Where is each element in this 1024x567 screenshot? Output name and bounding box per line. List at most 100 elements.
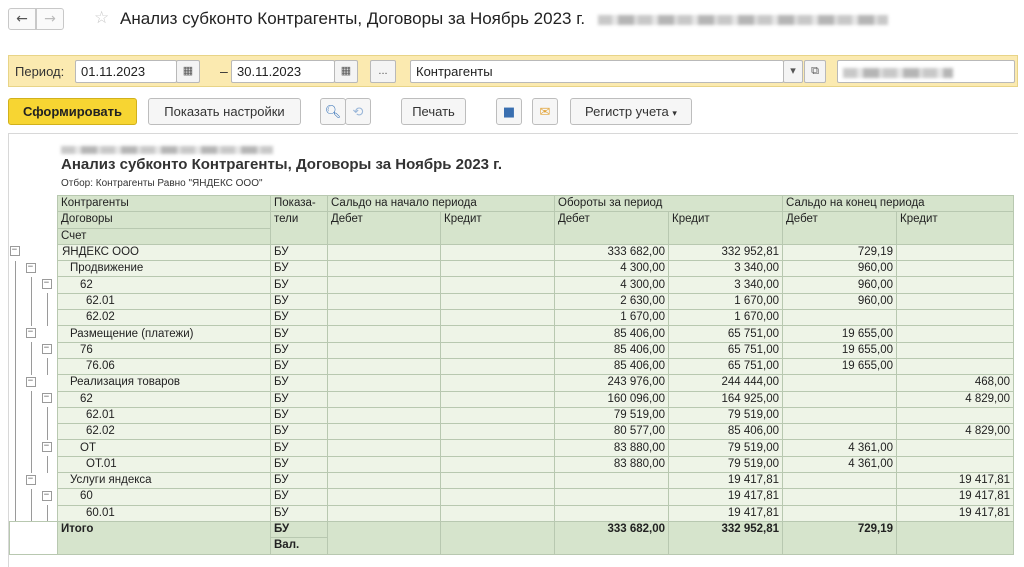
header-turnover-debit: Дебет	[554, 211, 669, 245]
header-indicators: Показа-	[270, 194, 328, 213]
table-row[interactable]: 62.02 БУ 80 577,00 85 406,00 4 829,00	[9, 423, 1015, 441]
cell-indicator: БУ	[270, 406, 328, 425]
total-opening-credit	[440, 520, 555, 555]
row-label: 76.06	[57, 357, 271, 376]
subconto-dropdown-button[interactable]: ▾	[783, 60, 803, 83]
table-row[interactable]: − ОТ БУ 83 880,00 79 519,00 4 361,00	[9, 439, 1015, 457]
table-row[interactable]: −76 БУ 85 406,00 65 751,00 19 655,00	[9, 341, 1015, 359]
save-button[interactable]: ■	[496, 98, 522, 125]
search-button[interactable]: 🔍︎	[320, 98, 346, 125]
cell-turnover-credit: 3 340,00	[667, 276, 784, 294]
table-row[interactable]: 76.06 БУ 85 406,00 65 751,00 19 655,00	[9, 357, 1015, 376]
table-row[interactable]: − ЯНДЕКС ООО БУ 333 682,00 332 952,81 729,19	[9, 243, 1015, 262]
table-row[interactable]: −62 БУ 160 096,00 164 925,00 4 829,00	[9, 390, 1015, 408]
tree-line	[14, 374, 16, 392]
tree-gutter: −	[9, 325, 58, 343]
tree-line	[46, 309, 48, 326]
cell-closing-debit	[782, 423, 898, 441]
cell-opening-debit	[327, 260, 441, 278]
print-button[interactable]: Печать	[401, 98, 466, 125]
cell-closing-debit	[782, 488, 898, 506]
calendar-to-button[interactable]: ▦	[334, 60, 358, 83]
table-row[interactable]: 60.01 БУ 19 417,81 19 417,81	[9, 504, 1015, 522]
cell-indicator: БУ	[270, 374, 328, 392]
redacted-organization	[597, 14, 888, 25]
total-closing-debit: 729,19	[782, 520, 898, 555]
header-closing-balance: Сальдо на конец периода	[782, 194, 1015, 213]
register-dropdown-button[interactable]: Регистр учета ▾	[570, 98, 692, 125]
cell-closing-credit	[896, 325, 1015, 343]
table-row[interactable]: 62.01 БУ 2 630,00 1 670,00 960,00	[9, 292, 1015, 311]
cell-opening-credit	[440, 374, 555, 392]
cell-closing-credit	[896, 341, 1015, 359]
subconto-open-button[interactable]: ⧉	[804, 60, 826, 83]
cell-opening-debit	[327, 406, 441, 425]
tree-line	[46, 293, 48, 310]
collapse-icon[interactable]: −	[41, 278, 52, 289]
subconto-select[interactable]: Контрагенты	[410, 60, 784, 83]
cell-turnover-debit: 80 577,00	[554, 423, 669, 441]
tree-line	[30, 505, 32, 521]
cell-opening-credit	[440, 243, 555, 262]
cell-closing-credit: 468,00	[896, 374, 1015, 392]
back-button[interactable]: ←	[8, 8, 36, 30]
cell-indicator: БУ	[270, 309, 328, 327]
table-row[interactable]: − Размещение (платежи) БУ 85 406,00 65 751,0…	[9, 325, 1015, 343]
cell-turnover-credit: 19 417,81	[667, 472, 784, 490]
table-row[interactable]: ОТ.01 БУ 83 880,00 79 519,00 4 361,00	[9, 455, 1015, 474]
collapse-icon[interactable]: −	[25, 327, 36, 338]
tree-line	[30, 342, 32, 359]
show-settings-button[interactable]: Показать настройки	[148, 98, 301, 125]
tree-line	[14, 325, 16, 343]
cell-opening-credit	[440, 325, 555, 343]
collapse-icon[interactable]: −	[41, 393, 52, 404]
tree-gutter	[9, 407, 58, 424]
table-row[interactable]: 62.02 БУ 1 670,00 1 670,00	[9, 309, 1015, 327]
table-row[interactable]: − Реализация товаров БУ 243 976,00 244 444,0…	[9, 374, 1015, 392]
cell-indicator: БУ	[270, 341, 328, 359]
cell-turnover-debit: 4 300,00	[554, 276, 669, 294]
tree-gutter: −	[9, 488, 58, 506]
tree-gutter	[9, 456, 58, 473]
organization-select[interactable]	[837, 60, 1015, 83]
forward-button[interactable]: →	[36, 8, 64, 30]
row-label: ЯНДЕКС ООО	[57, 243, 271, 262]
cell-turnover-credit: 164 925,00	[667, 390, 784, 408]
collapse-icon[interactable]: −	[25, 474, 36, 485]
chevron-down-icon: ▾	[672, 108, 677, 118]
collapse-icon[interactable]: −	[41, 344, 52, 355]
collapse-icon[interactable]: −	[25, 262, 36, 273]
envelope-icon: ✉	[539, 105, 551, 120]
row-label: ОТ.01	[57, 455, 271, 474]
collapse-icon[interactable]: −	[25, 376, 36, 387]
cell-closing-credit: 4 829,00	[896, 423, 1015, 441]
period-select-button[interactable]: ...	[370, 60, 396, 83]
header-indicators-2: тели	[270, 211, 328, 245]
row-label: Продвижение	[57, 260, 271, 278]
date-to-input[interactable]: 30.11.2023	[231, 60, 335, 83]
tree-line	[30, 309, 32, 326]
cancel-search-button[interactable]: ⟲	[345, 98, 371, 125]
tree-line	[30, 276, 32, 294]
table-row[interactable]: −62 БУ 4 300,00 3 340,00 960,00	[9, 276, 1015, 294]
table-row[interactable]: − Услуги яндекса БУ 19 417,81 19 417,81	[9, 472, 1015, 490]
period-bar: Период: 01.11.2023 ▦ – 30.11.2023 ▦ ... …	[8, 55, 1018, 87]
table-row[interactable]: 62.01 БУ 79 519,00 79 519,00	[9, 406, 1015, 425]
generate-button[interactable]: Сформировать	[8, 98, 137, 125]
star-icon[interactable]: ☆	[94, 8, 109, 28]
tree-gutter	[9, 505, 58, 522]
email-button[interactable]: ✉	[532, 98, 558, 125]
redacted-report-organization	[61, 145, 273, 154]
table-row[interactable]: − Продвижение БУ 4 300,00 3 340,00 960,00	[9, 260, 1015, 278]
title-bar: ← → ☆ Анализ субконто Контрагенты, Догов…	[0, 0, 1024, 40]
cell-turnover-credit: 1 670,00	[667, 309, 784, 327]
collapse-icon[interactable]: −	[41, 490, 52, 501]
date-from-input[interactable]: 01.11.2023	[75, 60, 177, 83]
calendar-from-button[interactable]: ▦	[176, 60, 200, 83]
row-label: 60.01	[57, 504, 271, 522]
header-counterparties: Контрагенты	[57, 194, 271, 213]
cell-opening-debit	[327, 357, 441, 376]
collapse-icon[interactable]: −	[41, 441, 52, 452]
table-row[interactable]: −60 БУ 19 417,81 19 417,81	[9, 488, 1015, 506]
collapse-icon[interactable]: −	[9, 246, 20, 257]
